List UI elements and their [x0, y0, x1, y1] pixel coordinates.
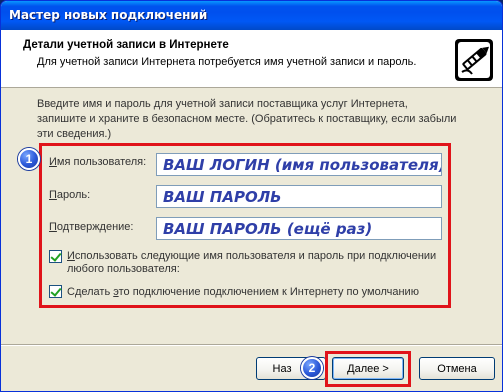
username-input[interactable]: ВАШ ЛОГИН (имя пользователя): [156, 153, 442, 176]
use-for-all-users-label: Использовать следующие имя пользователя …: [67, 250, 437, 275]
wizard-window: Мастер новых подключений Детали учетной …: [0, 0, 503, 392]
key-card-icon: [455, 39, 493, 81]
confirm-password-label: Подтверждение:: [49, 221, 134, 233]
title-bar[interactable]: Мастер новых подключений: [1, 1, 502, 30]
confirm-password-input[interactable]: ВАШ ПАРОЛЬ (ещё раз): [156, 217, 442, 240]
default-connection-checkbox[interactable]: [49, 285, 62, 298]
wizard-header: Детали учетной записи в Интернете Для уч…: [1, 30, 502, 88]
footer-divider: [1, 344, 502, 346]
page-title: Детали учетной записи в Интернете: [23, 39, 229, 51]
username-label: Имя пользователя:: [49, 156, 147, 168]
page-subtitle: Для учетной записи Интернета потребуется…: [37, 56, 417, 68]
default-connection-label: Сделать это подключение подключением к И…: [67, 286, 419, 298]
step-marker-1: 1: [18, 148, 40, 170]
window-title: Мастер новых подключений: [9, 8, 208, 22]
use-for-all-users-checkbox[interactable]: [49, 250, 62, 263]
password-input[interactable]: ВАШ ПАРОЛЬ: [156, 185, 442, 208]
step-marker-2: 2: [301, 357, 323, 379]
next-button[interactable]: Далее >: [332, 357, 404, 380]
password-label: Пароль:: [49, 189, 91, 201]
intro-text: Введите имя и пароль для учетной записи …: [37, 98, 457, 140]
cancel-button[interactable]: Отмена: [419, 357, 495, 380]
